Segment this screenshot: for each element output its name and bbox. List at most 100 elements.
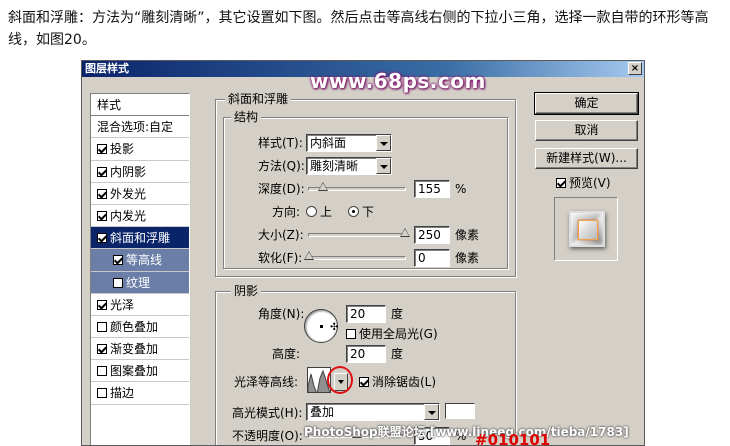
style-list-item[interactable]: 纹理 <box>91 271 189 294</box>
angle-unit: 度 <box>391 307 404 321</box>
style-list-item-label: 描边 <box>110 386 135 401</box>
style-list-item[interactable]: 图案叠加 <box>91 360 189 383</box>
chevron-down-icon[interactable] <box>424 404 439 420</box>
style-list-item-label: 颜色叠加 <box>110 319 159 334</box>
altitude-label: 高度: <box>272 347 301 361</box>
checkbox-checked-icon[interactable] <box>97 166 107 177</box>
style-list-item-label: 内阴影 <box>110 164 147 179</box>
depth-slider-thumb[interactable] <box>318 182 329 191</box>
highlight-mode-select[interactable]: 叠加 <box>306 403 440 421</box>
article-text: 斜面和浮雕：方法为“雕刻清晰”，其它设置如下图。然后点击等高线右侧的下拉小三角，… <box>8 10 709 48</box>
style-list-item[interactable]: 内发光 <box>91 205 189 228</box>
style-list-item[interactable]: 颜色叠加 <box>91 316 189 339</box>
radio-icon <box>306 206 317 217</box>
soften-slider-thumb[interactable] <box>304 251 314 260</box>
bevel-emboss-title: 斜面和浮雕 <box>225 92 292 106</box>
style-list-item-label: 光泽 <box>110 297 135 312</box>
style-list-header[interactable]: 样式 <box>91 94 189 117</box>
style-list-item[interactable]: 投影 <box>91 138 189 161</box>
altitude-unit: 度 <box>391 347 404 361</box>
style-list-item-label: 投影 <box>110 142 135 157</box>
checkbox-checked-icon[interactable] <box>97 299 107 310</box>
style-list-item[interactable]: 等高线 <box>91 249 189 272</box>
checkbox-checked-icon[interactable] <box>97 210 107 221</box>
style-list-item[interactable]: 描边 <box>91 382 189 405</box>
style-select-value: 内斜面 <box>310 136 347 150</box>
chevron-down-icon[interactable] <box>376 135 391 151</box>
checkbox-icon[interactable] <box>97 366 107 377</box>
checkbox-checked-icon[interactable] <box>97 188 107 199</box>
size-unit: 像素 <box>455 228 480 242</box>
checkbox-icon[interactable] <box>113 277 123 288</box>
shading-title: 阴影 <box>231 284 262 298</box>
angle-input[interactable]: 20 <box>346 305 386 323</box>
chevron-down-icon[interactable] <box>376 158 391 174</box>
style-list-item[interactable]: 外发光 <box>91 183 189 205</box>
highlight-mode-label: 高光模式(H): <box>232 406 303 420</box>
watermark-logo-top: www.68ps.com <box>310 69 486 93</box>
watermark-bottom: PhotoShop联盟论坛 [www.lineeg.com/tieba/1783… <box>304 425 629 439</box>
checkbox-icon <box>346 329 356 339</box>
new-style-button[interactable]: 新建样式(W)... <box>535 148 638 169</box>
depth-input[interactable]: 155 <box>414 180 450 198</box>
style-list-item-label: 图案叠加 <box>110 364 159 379</box>
global-light-label: 使用全局光(G) <box>359 327 438 341</box>
dialog-title: 图层样式 <box>85 62 129 75</box>
anti-alias-checkbox[interactable]: 消除锯齿(L) <box>359 374 436 390</box>
style-list-item[interactable]: 内阴影 <box>91 161 189 183</box>
close-button[interactable]: × <box>628 62 642 75</box>
size-slider[interactable] <box>308 228 410 237</box>
checkbox-checked-icon[interactable] <box>113 255 123 266</box>
structure-title: 结构 <box>231 110 262 124</box>
depth-unit: % <box>455 182 467 196</box>
highlight-color-swatch[interactable] <box>445 403 475 419</box>
depth-label: 深度(D): <box>258 182 305 196</box>
blend-options-item[interactable]: 混合选项:自定 <box>91 116 189 139</box>
checkbox-checked-icon[interactable] <box>97 344 107 355</box>
checkbox-checked-icon <box>556 178 566 188</box>
style-list-item[interactable]: 光泽 <box>91 294 189 316</box>
soften-unit: 像素 <box>455 251 480 265</box>
preview-checkbox[interactable]: 预览(V) <box>556 175 611 191</box>
checkbox-checked-icon[interactable] <box>97 233 107 244</box>
ok-button[interactable]: 确定 <box>534 92 639 115</box>
style-label: 样式(T): <box>258 136 303 150</box>
highlight-mode-value: 叠加 <box>310 405 335 419</box>
checkbox-checked-icon <box>359 377 369 387</box>
style-list-item-label: 内发光 <box>110 208 147 223</box>
style-list-item[interactable]: 斜面和浮雕 <box>91 227 189 250</box>
direction-up-label: 上 <box>320 205 333 219</box>
style-list-item-label: 斜面和浮雕 <box>110 231 171 246</box>
anti-alias-label: 消除锯齿(L) <box>372 375 437 389</box>
style-list-item[interactable]: 渐变叠加 <box>91 338 189 361</box>
cancel-button[interactable]: 取消 <box>535 120 638 141</box>
depth-slider[interactable] <box>308 182 406 191</box>
soften-input[interactable]: 0 <box>414 249 450 267</box>
soften-slider[interactable] <box>304 251 406 260</box>
checkbox-icon[interactable] <box>97 388 107 399</box>
global-light-checkbox[interactable]: 使用全局光(G) <box>346 326 438 342</box>
technique-label: 方法(Q): <box>258 159 305 173</box>
direction-label: 方向: <box>272 205 301 219</box>
checkbox-checked-icon[interactable] <box>97 144 107 155</box>
technique-select[interactable]: 雕刻清晰 <box>306 157 392 175</box>
size-slider-thumb[interactable] <box>400 228 410 237</box>
crosshair-icon: ✣ <box>330 322 339 333</box>
style-list-item-label: 等高线 <box>126 253 163 268</box>
technique-select-value: 雕刻清晰 <box>310 159 359 173</box>
checkbox-icon[interactable] <box>97 321 107 332</box>
style-preview <box>554 197 618 261</box>
style-select[interactable]: 内斜面 <box>306 134 392 152</box>
altitude-input[interactable]: 20 <box>346 345 386 363</box>
size-input[interactable]: 250 <box>414 226 450 244</box>
direction-up-radio[interactable]: 上 <box>306 204 332 220</box>
radio-selected-icon <box>348 206 359 217</box>
size-label: 大小(Z): <box>258 228 304 242</box>
direction-down-radio[interactable]: 下 <box>348 204 374 220</box>
highlight-circle-annotation <box>327 366 353 394</box>
preview-label: 预览(V) <box>569 176 611 190</box>
style-list-item-label: 外发光 <box>110 186 147 201</box>
direction-down-label: 下 <box>362 205 375 219</box>
layer-style-dialog: 图层样式 × www.68ps.com 样式 混合选项:自定 投影 内阴影 外发光内… <box>81 60 645 446</box>
gloss-contour-label: 光泽等高线: <box>234 375 299 389</box>
